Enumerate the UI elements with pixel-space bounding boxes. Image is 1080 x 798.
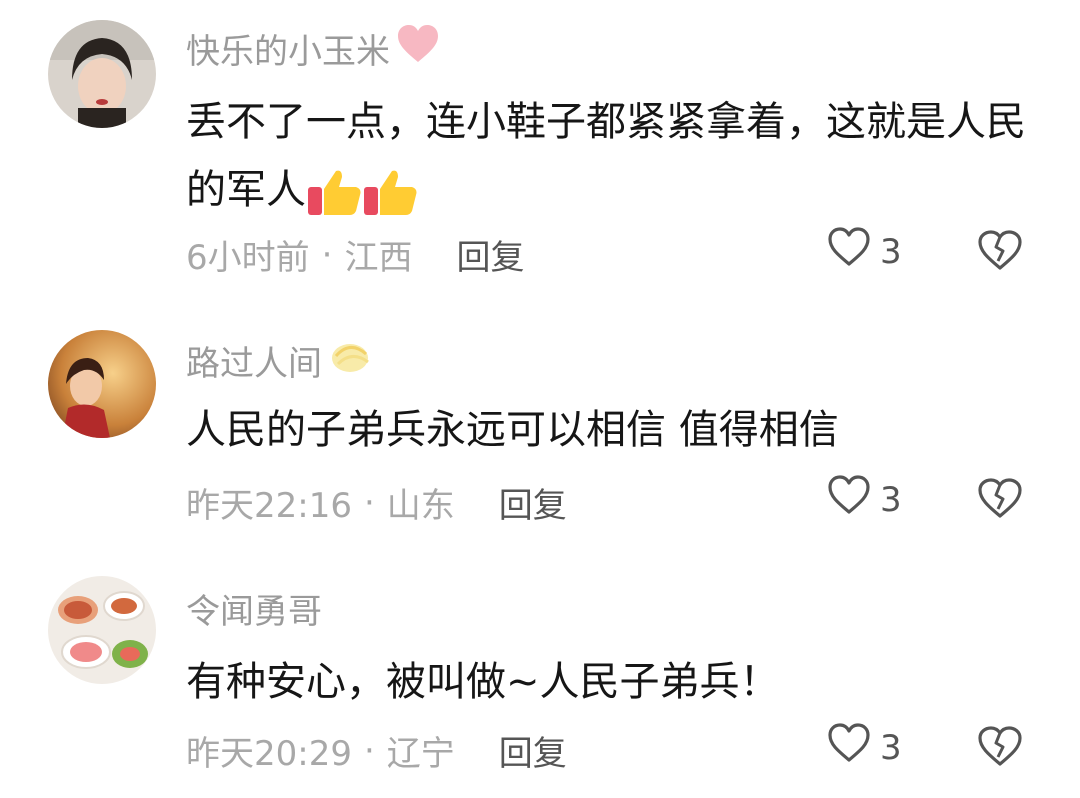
separator-dot: ·: [363, 730, 375, 771]
broken-heart-icon: [976, 726, 1024, 772]
username[interactable]: 路过人间: [186, 336, 372, 385]
like-button[interactable]: 3: [826, 722, 902, 773]
avatar[interactable]: [48, 20, 156, 128]
broken-heart-icon: [976, 230, 1024, 276]
separator-dot: ·: [321, 234, 333, 275]
broken-heart-icon: [976, 478, 1024, 524]
comment-location: 辽宁: [386, 734, 455, 774]
username-text: 快乐的小玉米: [186, 32, 390, 72]
thumbs-up-icon: [306, 167, 418, 215]
comment-body: 有种安心，被叫做~人民子弟兵！: [186, 659, 780, 705]
like-button[interactable]: 3: [826, 226, 902, 277]
comment-location: 江西: [344, 238, 413, 278]
sun-sticker-icon: [328, 336, 372, 385]
comment-meta: 昨天22:16 · 山东 回复: [186, 478, 567, 527]
comment-text: 丢不了一点，连小鞋子都紧紧拿着，这就是人民的军人: [186, 88, 1046, 224]
comment-time: 昨天22:16: [186, 486, 352, 526]
comment-body: 人民的子弟兵永远可以相信 值得相信: [186, 407, 839, 453]
dislike-button[interactable]: [976, 228, 1024, 276]
dislike-button[interactable]: [976, 476, 1024, 524]
comment-time: 6小时前: [186, 238, 310, 278]
username-text: 路过人间: [186, 344, 322, 384]
heart-icon: [826, 474, 872, 525]
reply-button[interactable]: 回复: [499, 726, 567, 775]
pink-heart-icon: [396, 24, 440, 73]
heart-icon: [826, 722, 872, 773]
like-count: 3: [880, 727, 902, 768]
like-count: 3: [880, 479, 902, 520]
like-button[interactable]: 3: [826, 474, 902, 525]
comment-location: 山东: [386, 486, 455, 526]
comment-time: 昨天20:29: [186, 734, 352, 774]
avatar[interactable]: [48, 576, 156, 684]
comment-meta: 6小时前 · 江西 回复: [186, 230, 524, 279]
avatar[interactable]: [48, 330, 156, 438]
heart-icon: [826, 226, 872, 277]
reply-button[interactable]: 回复: [499, 478, 567, 527]
dislike-button[interactable]: [976, 724, 1024, 772]
separator-dot: ·: [363, 482, 375, 523]
comment-text: 人民的子弟兵永远可以相信 值得相信: [186, 396, 1046, 464]
comment-meta: 昨天20:29 · 辽宁 回复: [186, 726, 567, 775]
username[interactable]: 令闻勇哥: [186, 584, 322, 633]
username[interactable]: 快乐的小玉米: [186, 24, 440, 73]
like-count: 3: [880, 231, 902, 272]
username-text: 令闻勇哥: [186, 592, 322, 632]
comment-text: 有种安心，被叫做~人民子弟兵！: [186, 648, 1046, 716]
reply-button[interactable]: 回复: [456, 230, 524, 279]
